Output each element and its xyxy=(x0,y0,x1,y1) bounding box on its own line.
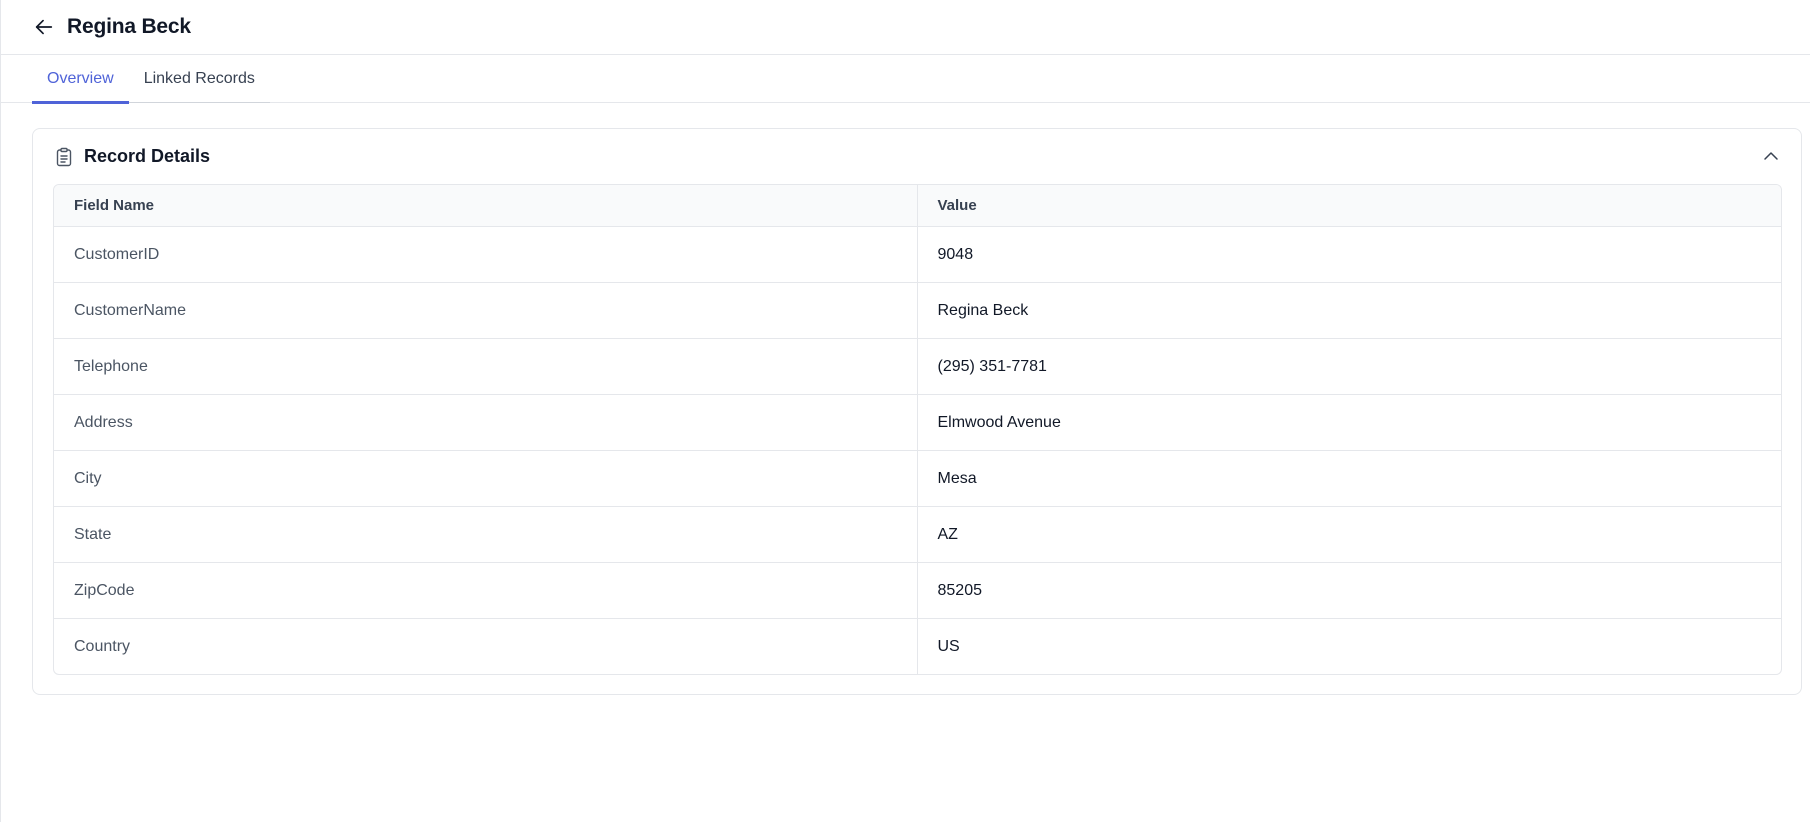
details-table: Field Name Value CustomerID 9048 Custome… xyxy=(53,184,1782,675)
record-page: Regina Beck Overview Linked Records Reco… xyxy=(0,0,1810,822)
tab-linked-records[interactable]: Linked Records xyxy=(129,55,270,103)
tab-list: Overview Linked Records xyxy=(32,55,270,104)
field-value-cell: Elmwood Avenue xyxy=(937,413,1061,431)
table-row: CustomerName Regina Beck xyxy=(54,282,1781,338)
tab-overview[interactable]: Overview xyxy=(32,55,129,104)
field-value-cell: AZ xyxy=(937,525,958,543)
page-title: Regina Beck xyxy=(67,15,191,38)
back-button[interactable] xyxy=(32,15,56,39)
field-name-cell: Telephone xyxy=(54,339,918,394)
field-value-cell: US xyxy=(937,637,960,655)
field-value-cell: Mesa xyxy=(937,469,977,487)
column-header-value: Value xyxy=(937,197,977,214)
field-value-cell: 85205 xyxy=(937,581,983,599)
table-row: ZipCode 85205 xyxy=(54,562,1781,618)
column-header-field-name: Field Name xyxy=(54,185,918,226)
page-header: Regina Beck xyxy=(1,0,1810,55)
table-row: Country US xyxy=(54,618,1781,674)
card-title: Record Details xyxy=(84,146,211,166)
field-value-cell: (295) 351-7781 xyxy=(937,357,1047,375)
collapse-button[interactable] xyxy=(1761,146,1781,166)
tabs-bar: Overview Linked Records xyxy=(1,55,1810,104)
field-name-cell: Country xyxy=(54,619,918,674)
card-header: Record Details xyxy=(33,129,1801,184)
field-name-cell: City xyxy=(54,451,918,506)
record-details-card: Record Details Field Name Value Customer… xyxy=(32,128,1802,695)
field-name-cell: CustomerName xyxy=(54,283,918,338)
clipboard-list-icon xyxy=(54,147,74,167)
table-row: State AZ xyxy=(54,506,1781,562)
field-name-cell: CustomerID xyxy=(54,227,918,282)
table-row: Address Elmwood Avenue xyxy=(54,394,1781,450)
arrow-left-icon xyxy=(35,19,53,35)
table-header-row: Field Name Value xyxy=(54,185,1781,226)
field-value-cell: 9048 xyxy=(937,245,974,263)
table-row: City Mesa xyxy=(54,450,1781,506)
field-name-cell: State xyxy=(54,507,918,562)
chevron-up-icon xyxy=(1764,152,1778,160)
field-name-cell: ZipCode xyxy=(54,563,918,618)
field-value-cell: Regina Beck xyxy=(937,301,1029,319)
field-name-cell: Address xyxy=(54,395,918,450)
table-row: CustomerID 9048 xyxy=(54,226,1781,282)
table-row: Telephone (295) 351-7781 xyxy=(54,338,1781,394)
